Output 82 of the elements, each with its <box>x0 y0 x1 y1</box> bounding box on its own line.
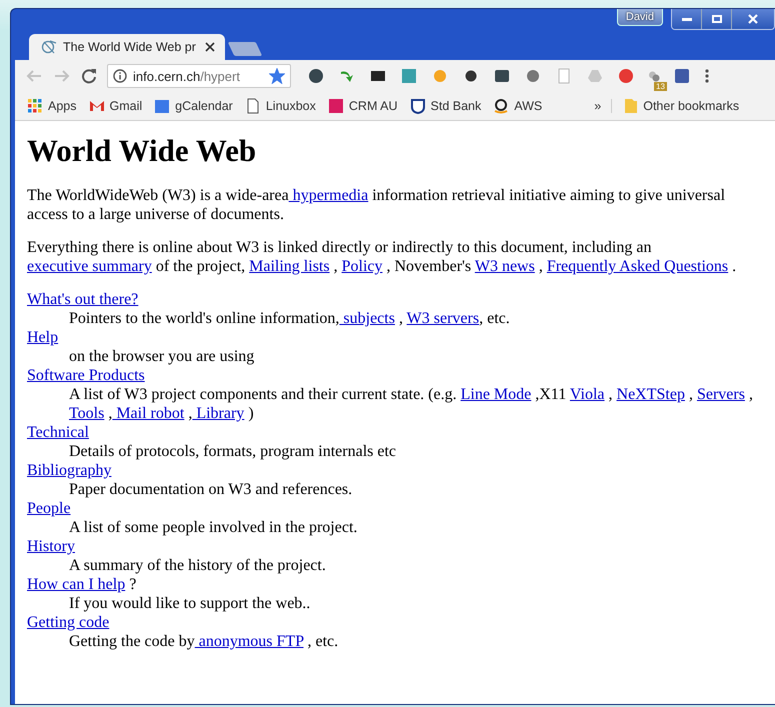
bookmark-label: Other bookmarks <box>643 99 740 113</box>
entry-description: A list of W3 project components and their current state. (e.g. Line Mode ,X11 Viola , NeXTStep , Servers , Tools , Mail robot , Library ) <box>69 385 754 423</box>
bookmark-item[interactable]: AWS <box>493 98 542 114</box>
extension-icon[interactable] <box>307 67 325 85</box>
bookmark-label: gCalendar <box>175 99 233 113</box>
bookmark-label: Apps <box>48 99 76 113</box>
link[interactable]: Help <box>27 329 58 346</box>
bookmark-item[interactable]: Gmail <box>88 98 142 114</box>
bookmark-icon <box>244 98 261 114</box>
tab-title: The World Wide Web pr <box>63 40 197 54</box>
link[interactable]: Technical <box>27 424 89 441</box>
menu-icon[interactable] <box>704 68 710 84</box>
entry-term: How can I help ? <box>27 575 138 594</box>
bookmark-label: Std Bank <box>430 99 482 113</box>
link[interactable]: Software Products <box>27 367 145 384</box>
minimize-button[interactable] <box>672 9 702 29</box>
entry-description: A summary of the history of the project. <box>69 556 327 575</box>
link[interactable]: anonymous FTP <box>194 633 304 650</box>
maximize-button[interactable] <box>702 9 732 29</box>
bookmark-item[interactable]: Apps <box>27 98 76 114</box>
bookmark-label: Gmail <box>110 99 142 113</box>
link[interactable]: Policy <box>342 258 382 275</box>
bookmark-label: CRM AU <box>348 99 398 113</box>
browser-tab[interactable]: The World Wide Web pr <box>29 34 225 60</box>
link[interactable]: History <box>27 538 75 555</box>
other-bookmarks-item[interactable]: Other bookmarks <box>624 98 740 114</box>
close-button[interactable] <box>732 9 774 29</box>
reload-icon[interactable] <box>81 68 97 84</box>
link[interactable]: Tools <box>69 405 104 422</box>
bookmark-icon <box>410 98 426 114</box>
maximize-icon <box>712 15 722 23</box>
info-icon <box>113 69 127 83</box>
entry-description: A list of some people involved in the project. <box>69 518 358 537</box>
link[interactable]: How can I help <box>27 576 126 593</box>
extension-icon[interactable] <box>493 67 511 85</box>
entry-description: Getting the code by anonymous FTP , etc. <box>69 632 340 651</box>
url-text: info.cern.ch/hypert <box>133 68 241 84</box>
link[interactable]: Frequently Asked Questions <box>546 258 728 275</box>
link[interactable]: Mail robot <box>112 405 184 422</box>
link[interactable]: People <box>27 500 71 517</box>
bookmark-item[interactable]: CRM AU <box>328 98 398 114</box>
bookmark-item[interactable]: Linuxbox <box>244 98 316 114</box>
notification-badge: 13 <box>654 82 667 90</box>
bookmark-item[interactable]: Std Bank <box>410 98 482 114</box>
bookmark-icon <box>88 98 104 114</box>
link[interactable]: Viola <box>570 386 605 403</box>
link[interactable]: Line Mode <box>460 386 532 403</box>
close-icon[interactable] <box>205 42 215 52</box>
link[interactable]: NeXTStep <box>616 386 685 403</box>
bookmark-icon <box>328 98 344 114</box>
paragraph-text: The WorldWideWeb (W3) is a wide-area hypermedia information retrieval initiative aiming to give universal access to a large universe of documents. <box>27 186 726 224</box>
link[interactable]: hypermedia <box>288 187 368 204</box>
minimize-icon <box>682 18 692 20</box>
page-heading: World Wide Web <box>27 133 258 169</box>
bookmark-icon <box>493 98 510 114</box>
entry-description: on the browser you are using <box>69 347 256 366</box>
close-icon <box>748 14 758 24</box>
bookmark-label: AWS <box>514 99 542 113</box>
entry-description: Details of protocols, formats, program internals etc <box>69 442 398 461</box>
bookmark-icon <box>154 98 170 114</box>
bookmark-item[interactable]: gCalendar <box>154 98 233 114</box>
bookmarks-overflow-button[interactable]: » <box>594 99 612 113</box>
link[interactable]: W3 servers <box>406 310 480 327</box>
link[interactable]: Bibliography <box>27 462 112 479</box>
link[interactable]: Mailing lists <box>249 258 330 275</box>
link[interactable]: subjects <box>339 310 395 327</box>
bookmark-label: Linuxbox <box>266 99 316 113</box>
paragraph-text: Everything there is online about W3 is linked directly or indirectly to this document, including an executive summary of the project, Mailing lists , Policy , November's W3 news , Frequently Asked Questions . <box>27 238 738 276</box>
folder-icon <box>624 98 638 114</box>
entry-description: Paper documentation on W3 and references. <box>69 480 354 499</box>
link[interactable]: Servers <box>696 386 745 403</box>
star-icon[interactable] <box>269 68 285 84</box>
address-bar[interactable]: info.cern.ch/hypert <box>107 64 291 88</box>
link[interactable]: executive summary <box>27 258 152 275</box>
new-tab-button[interactable] <box>228 42 262 56</box>
link[interactable]: W3 news <box>474 258 535 275</box>
link[interactable]: What's out there? <box>27 291 138 308</box>
entry-description: Pointers to the world's online information, subjects , W3 servers, etc. <box>69 309 511 328</box>
link[interactable]: Getting code <box>27 614 110 631</box>
bookmark-icon <box>27 98 43 114</box>
link[interactable]: Library <box>192 405 244 422</box>
entry-description: If you would like to support the web.. <box>69 594 312 613</box>
